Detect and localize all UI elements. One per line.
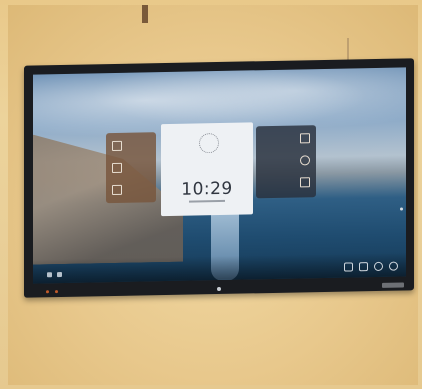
indicator-led (46, 290, 49, 294)
indicator-led (55, 290, 58, 294)
window-icon[interactable] (344, 262, 353, 272)
clock-time: 10:29 (181, 178, 233, 200)
clock-date-bar (189, 199, 225, 203)
left-taskbar[interactable] (47, 272, 62, 278)
calendar-icon (112, 162, 122, 174)
whiteboard-icon (112, 184, 122, 196)
tile-right-row-2[interactable] (300, 155, 310, 166)
clock-widget: 10:29 (161, 122, 253, 217)
tile-left-row-1[interactable] (112, 140, 122, 152)
globe-icon (300, 155, 310, 166)
bezel-logo-icon (217, 286, 221, 292)
interactive-display: 10:29 (24, 58, 414, 298)
analog-dial-icon (199, 133, 219, 154)
crucifix-icon (142, 5, 148, 23)
bottom-taskbar[interactable] (344, 261, 398, 272)
grid-icon (300, 177, 310, 188)
pen-icon (112, 140, 122, 152)
brand-badge (382, 282, 404, 288)
tile-left-row-2[interactable] (112, 162, 122, 174)
apps-tile-right[interactable] (256, 125, 316, 199)
tile-right-row-3[interactable] (300, 177, 310, 188)
display-screen: 10:29 (33, 67, 406, 284)
chat-icon (300, 133, 310, 144)
photo-scene: 10:29 (0, 0, 422, 389)
settings-icon[interactable] (374, 261, 383, 272)
screen-icon[interactable] (359, 262, 368, 272)
power-icon[interactable] (389, 261, 398, 271)
home-icon[interactable] (57, 272, 62, 278)
back-icon[interactable] (47, 272, 52, 278)
tile-left-row-3[interactable] (112, 184, 122, 196)
side-menu-handle[interactable] (400, 207, 403, 211)
apps-tile-left[interactable] (106, 132, 156, 204)
tile-right-row-1[interactable] (300, 133, 310, 144)
front-buttons[interactable] (46, 290, 58, 294)
